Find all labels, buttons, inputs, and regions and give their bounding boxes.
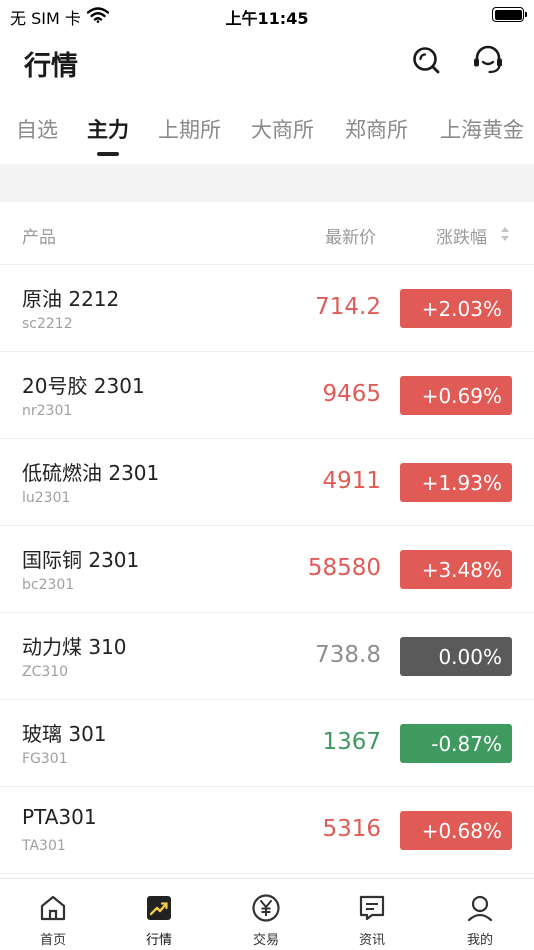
table-row[interactable]: 20号胶 2301 nr2301 9465 +0.69% <box>0 352 534 439</box>
contract-name: 原油 2212 <box>22 287 120 311</box>
change-badge[interactable]: -0.87% <box>400 724 512 763</box>
column-product: 产品 <box>22 228 56 248</box>
tabbar-profile[interactable]: 我的 <box>445 893 515 948</box>
search-icon[interactable] <box>408 42 444 78</box>
table-row[interactable]: 玻璃 301 FG301 1367 -0.87% <box>0 700 534 787</box>
column-change[interactable]: 涨跌幅 <box>436 223 487 248</box>
contract-name: 20号胶 2301 <box>22 374 145 398</box>
tabbar-label: 首页 <box>39 933 66 948</box>
section-divider <box>0 164 534 202</box>
change-badge[interactable]: 0.00% <box>400 637 512 676</box>
user-icon <box>465 893 495 923</box>
contract-name: 低硫燃油 2301 <box>22 461 160 485</box>
contract-code: bc2301 <box>22 577 75 593</box>
tabbar-label: 资讯 <box>358 933 385 948</box>
sort-icon[interactable] <box>500 226 510 242</box>
tabbar-market[interactable]: 行情 <box>124 893 194 948</box>
table-row[interactable]: PTA301 TA301 5316 +0.68% <box>0 787 534 874</box>
contract-name: 国际铜 2301 <box>22 548 140 572</box>
change-badge[interactable]: +0.68% <box>400 811 512 850</box>
tabbar-trade[interactable]: 交易 <box>231 893 301 948</box>
news-icon <box>357 893 387 923</box>
table-row[interactable]: 原油 2212 sc2212 714.2 +2.03% <box>0 265 534 352</box>
contract-name: 动力煤 310 <box>22 635 127 659</box>
market-chart-icon <box>144 893 174 923</box>
contract-name: PTA301 <box>22 805 97 829</box>
contract-code: ZC310 <box>22 664 69 680</box>
latest-price: 738.8 <box>315 642 381 668</box>
home-icon <box>38 893 68 923</box>
status-bar: 无 SIM 卡 上午11:45 <box>0 0 534 30</box>
table-row[interactable]: 国际铜 2301 bc2301 58580 +3.48% <box>0 526 534 613</box>
table-row[interactable]: 动力煤 310 ZC310 738.8 0.00% <box>0 613 534 700</box>
latest-price: 4911 <box>322 468 381 494</box>
active-tab-indicator <box>97 152 119 156</box>
page-title: 行情 <box>24 51 78 82</box>
column-price: 最新价 <box>325 228 376 248</box>
table-row[interactable]: 低硫燃油 2301 lu2301 4911 +1.93% <box>0 439 534 526</box>
latest-price: 1367 <box>322 729 381 755</box>
header: 行情 <box>0 30 534 92</box>
tab-dce[interactable]: 大商所 <box>251 114 314 144</box>
latest-price: 714.2 <box>315 294 381 320</box>
change-badge[interactable]: +2.03% <box>400 289 512 328</box>
contract-code: nr2301 <box>22 403 73 419</box>
tabbar-home[interactable]: 首页 <box>18 893 88 948</box>
tabbar-label: 交易 <box>252 933 279 948</box>
contract-code: sc2212 <box>22 316 73 332</box>
bottom-tab-bar: 首页 行情 交易 资讯 我的 <box>0 878 534 950</box>
latest-price: 58580 <box>307 555 381 581</box>
yuan-icon <box>251 893 281 923</box>
tab-sge[interactable]: 上海黄金 <box>440 114 524 144</box>
contract-code: TA301 <box>22 838 66 854</box>
change-badge[interactable]: +3.48% <box>400 550 512 589</box>
tab-shfe[interactable]: 上期所 <box>158 114 221 144</box>
tab-watchlist[interactable]: 自选 <box>16 114 58 144</box>
tabbar-news[interactable]: 资讯 <box>337 893 407 948</box>
customer-service-icon[interactable] <box>470 42 506 78</box>
contract-code: FG301 <box>22 751 68 767</box>
contract-name: 玻璃 301 <box>22 722 107 746</box>
tabbar-label: 我的 <box>466 933 493 948</box>
change-badge[interactable]: +0.69% <box>400 376 512 415</box>
latest-price: 9465 <box>322 381 381 407</box>
tab-czce[interactable]: 郑商所 <box>345 114 408 144</box>
list-header: 产品 最新价 涨跌幅 <box>0 202 534 265</box>
contract-code: lu2301 <box>22 490 71 506</box>
battery-icon <box>492 7 527 22</box>
change-badge[interactable]: +1.93% <box>400 463 512 502</box>
tab-main-contracts[interactable]: 主力 <box>87 114 129 144</box>
tabbar-label: 行情 <box>145 933 172 948</box>
latest-price: 5316 <box>322 816 381 842</box>
market-tabs: 自选 主力 上期所 大商所 郑商所 上海黄金 <box>0 100 534 164</box>
status-time: 上午11:45 <box>225 9 309 28</box>
